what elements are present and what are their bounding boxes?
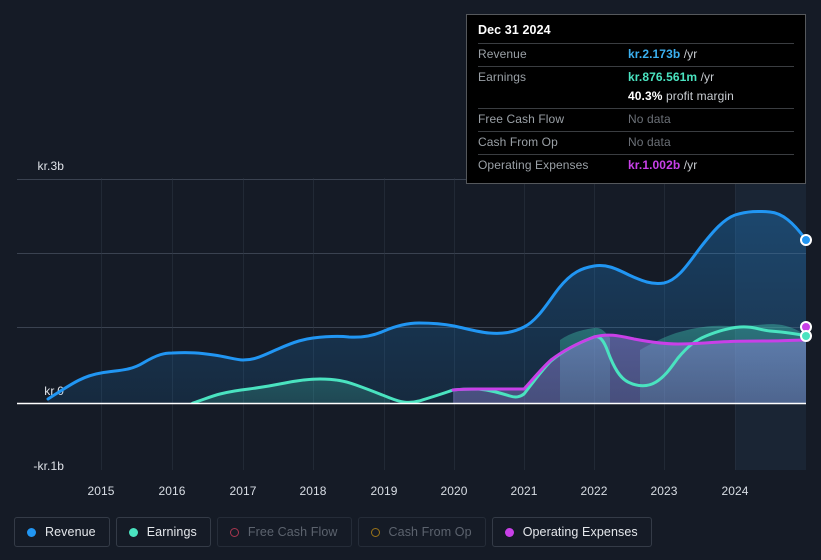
revenue-endpoint xyxy=(800,234,812,246)
financial-chart: kr.3b kr.0 -kr.1b 2015 2016 2017 2018 20… xyxy=(0,0,821,560)
tooltip-label-free-cash-flow: Free Cash Flow xyxy=(478,112,565,126)
tooltip-value-earnings: kr.876.561m /yr xyxy=(628,70,714,84)
tooltip-unit-earnings: /yr xyxy=(700,70,715,84)
legend-label-cash-from-op: Cash From Op xyxy=(388,525,472,539)
chart-legend: Revenue Earnings Free Cash Flow Cash Fro… xyxy=(14,517,652,547)
tooltip-value-free-cash-flow: No data xyxy=(628,112,671,126)
legend-item-cash-from-op[interactable]: Cash From Op xyxy=(357,517,486,547)
earnings-area-negative xyxy=(48,403,193,404)
tooltip-row-revenue: Revenue kr.2.173b /yr xyxy=(478,43,794,66)
tooltip-amount-revenue: kr.2.173b xyxy=(628,47,681,61)
tooltip-value-cash-from-op: No data xyxy=(628,135,671,149)
tooltip-amount-earnings: kr.876.561m xyxy=(628,70,698,84)
earnings-endpoint xyxy=(800,330,812,342)
x-axis-label-2019: 2019 xyxy=(370,484,398,498)
tooltip-value-revenue: kr.2.173b /yr xyxy=(628,47,697,61)
tooltip-row-cash-from-op: Cash From Op No data xyxy=(478,131,794,154)
tooltip-label-revenue: Revenue xyxy=(478,47,527,61)
legend-item-revenue[interactable]: Revenue xyxy=(14,517,110,547)
legend-label-free-cash-flow: Free Cash Flow xyxy=(247,525,338,539)
tooltip-profit-margin-pct: 40.3% xyxy=(628,89,663,103)
revenue-color-dot-icon xyxy=(27,527,36,537)
legend-item-operating-expenses[interactable]: Operating Expenses xyxy=(491,517,652,547)
x-axis-label-2017: 2017 xyxy=(229,484,257,498)
tooltip-profit-margin-text: profit margin xyxy=(665,89,734,103)
x-axis-label-2020: 2020 xyxy=(440,484,468,498)
x-axis-label-2024: 2024 xyxy=(721,484,749,498)
tooltip-value-operating-expenses: kr.1.002b /yr xyxy=(628,158,697,172)
legend-item-free-cash-flow[interactable]: Free Cash Flow xyxy=(216,517,352,547)
tooltip-unit-revenue: /yr xyxy=(683,47,698,61)
x-axis-label-2018: 2018 xyxy=(299,484,327,498)
tooltip-row-earnings: Earnings kr.876.561m /yr xyxy=(478,66,794,89)
legend-label-revenue: Revenue xyxy=(45,525,96,539)
tooltip-unit-operating-expenses: /yr xyxy=(683,158,698,172)
legend-item-earnings[interactable]: Earnings xyxy=(115,517,211,547)
tooltip-row-free-cash-flow: Free Cash Flow No data xyxy=(478,108,794,131)
legend-label-operating-expenses: Operating Expenses xyxy=(522,525,638,539)
tooltip-date: Dec 31 2024 xyxy=(478,23,551,37)
x-axis-label-2022: 2022 xyxy=(580,484,608,498)
tooltip-row-operating-expenses: Operating Expenses kr.1.002b /yr xyxy=(478,154,794,177)
tooltip-label-operating-expenses: Operating Expenses xyxy=(478,158,589,172)
x-axis-label-2015: 2015 xyxy=(87,484,115,498)
tooltip-label-earnings: Earnings xyxy=(478,70,527,84)
cash-from-op-color-dot-icon xyxy=(370,527,380,537)
free-cash-flow-color-dot-icon xyxy=(229,527,239,537)
tooltip-value-profit-margin: 40.3% profit margin xyxy=(628,89,734,103)
tooltip-row-profit-margin: 40.3% profit margin xyxy=(478,89,794,108)
tooltip-amount-operating-expenses: kr.1.002b xyxy=(628,158,681,172)
x-axis-label-2023: 2023 xyxy=(650,484,678,498)
legend-label-earnings: Earnings xyxy=(146,525,197,539)
x-axis-label-2016: 2016 xyxy=(158,484,186,498)
earnings-color-dot-icon xyxy=(128,527,138,537)
x-axis-label-2021: 2021 xyxy=(510,484,538,498)
data-tooltip: Dec 31 2024 Revenue kr.2.173b /yr Earnin… xyxy=(466,14,806,184)
operating-expenses-color-dot-icon xyxy=(504,527,514,537)
tooltip-label-cash-from-op: Cash From Op xyxy=(478,135,558,149)
